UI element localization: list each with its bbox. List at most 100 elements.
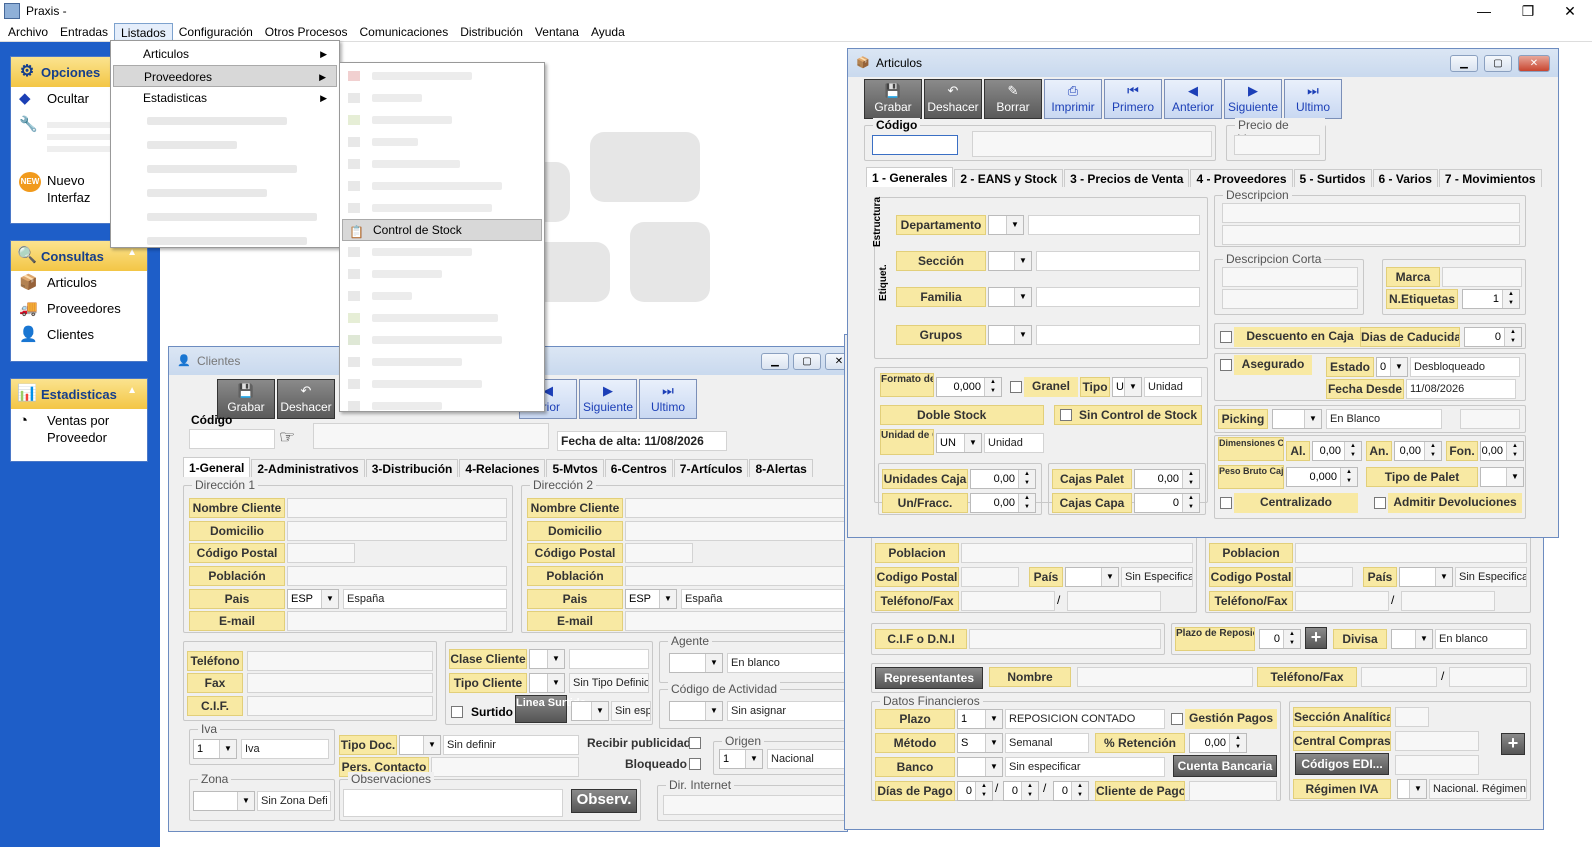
- sidebar-item-articulos[interactable]: 📦 Articulos: [11, 271, 147, 297]
- descripcion-input-2[interactable]: [1222, 225, 1520, 245]
- tab-proveedores[interactable]: 4 - Proveedores: [1190, 169, 1293, 187]
- ultimo-button[interactable]: ⏭ Ultimo: [1284, 79, 1342, 119]
- divisa-select[interactable]: [1391, 629, 1433, 649]
- tipo-doc-select[interactable]: [399, 735, 441, 755]
- blurred-menu-item[interactable]: [121, 181, 333, 205]
- central-compras-input[interactable]: [1395, 731, 1479, 751]
- menu-item-proveedores[interactable]: Proveedores ▶: [113, 65, 337, 87]
- minimize-icon[interactable]: ▁: [761, 353, 789, 370]
- menu-listados[interactable]: Listados: [114, 22, 173, 41]
- fecha-desde-field[interactable]: 11/08/2026: [1406, 379, 1516, 399]
- fax-input[interactable]: [1067, 591, 1161, 611]
- deshacer-button[interactable]: ↶ Deshacer: [277, 379, 335, 419]
- menu-comunicaciones[interactable]: Comunicaciones: [354, 23, 455, 41]
- tipo-cliente-select[interactable]: [529, 673, 565, 693]
- blurred-submenu-item[interactable]: [342, 131, 542, 153]
- tab-generales[interactable]: 1 - Generales: [866, 167, 954, 187]
- codigo-postal-input-2[interactable]: [625, 543, 693, 563]
- telefono-input-2[interactable]: [1295, 591, 1389, 611]
- cif-input[interactable]: [969, 629, 1161, 649]
- linea-surtido-select[interactable]: [571, 701, 609, 721]
- alto-spinner[interactable]: 0,00: [1312, 441, 1362, 461]
- blurred-submenu-item[interactable]: [342, 263, 542, 285]
- tab-estructura[interactable]: Estructura: [872, 197, 883, 247]
- cajas-palet-spinner[interactable]: 0,00: [1134, 469, 1200, 489]
- menu-distribucion[interactable]: Distribución: [454, 23, 529, 41]
- actividad-select[interactable]: [669, 701, 723, 721]
- blurred-menu-item[interactable]: [121, 133, 333, 157]
- tab-alertas[interactable]: 8-Alertas: [749, 459, 813, 477]
- grabar-button[interactable]: 💾 Grabar: [864, 79, 922, 119]
- dia-pago-2[interactable]: 0: [1003, 781, 1039, 801]
- menu-configuracion[interactable]: Configuración: [173, 23, 259, 41]
- cajas-capa-spinner[interactable]: 0: [1134, 493, 1200, 513]
- codigo-postal-input[interactable]: [961, 567, 1019, 587]
- anterior-button[interactable]: ◀ Anterior: [1164, 79, 1222, 119]
- centralizado-checkbox[interactable]: [1220, 497, 1232, 509]
- articulo-nombre-field[interactable]: [972, 131, 1212, 157]
- descripcion-corta-input-2[interactable]: [1222, 289, 1358, 309]
- email-input[interactable]: [287, 611, 507, 631]
- email-input-2[interactable]: [625, 611, 845, 631]
- nombre-cliente-input-2[interactable]: [625, 498, 845, 518]
- close-icon[interactable]: ✕: [1518, 55, 1550, 72]
- tipo-palet-select[interactable]: [1480, 467, 1524, 487]
- fax-input-2[interactable]: [1401, 591, 1495, 611]
- siguiente-button[interactable]: ▶ Siguiente: [1224, 79, 1282, 119]
- blurred-submenu-item[interactable]: [342, 109, 542, 131]
- clase-cliente-select[interactable]: [529, 649, 565, 669]
- pais-select[interactable]: [1065, 567, 1119, 587]
- minimize-icon[interactable]: ▁: [1450, 55, 1478, 72]
- sidebar-item-clientes[interactable]: 👤 Clientes: [11, 323, 147, 349]
- observaciones-input[interactable]: [343, 789, 563, 817]
- formato-venta-spinner[interactable]: 0,000: [936, 377, 1002, 397]
- siguiente-button[interactable]: ▶ Siguiente: [579, 379, 637, 419]
- tab-mvtos[interactable]: 5-Mvtos: [546, 459, 604, 477]
- blurred-submenu-item[interactable]: [342, 285, 542, 307]
- blurred-menu-item[interactable]: [121, 205, 333, 229]
- pais-code-select[interactable]: ESP: [287, 589, 339, 609]
- maximize-icon[interactable]: ▢: [793, 353, 821, 370]
- menu-ayuda[interactable]: Ayuda: [585, 23, 631, 41]
- pais-code-select-2[interactable]: ESP: [625, 589, 677, 609]
- cif-input[interactable]: [247, 696, 433, 716]
- surtido-checkbox[interactable]: [451, 706, 463, 718]
- gestion-pagos-checkbox[interactable]: [1171, 713, 1183, 725]
- seccion-select[interactable]: [988, 251, 1032, 271]
- blurred-submenu-item[interactable]: [342, 87, 542, 109]
- blurred-submenu-item[interactable]: [342, 197, 542, 219]
- pointing-hand-icon[interactable]: ☞: [279, 427, 295, 448]
- sidebar-item-ventas-proveedor[interactable]: ◔ Ventas por Proveedor: [11, 409, 147, 449]
- descripcion-corta-input[interactable]: [1222, 267, 1358, 287]
- pais-select-2[interactable]: [1399, 567, 1453, 587]
- blurred-submenu-item[interactable]: [342, 65, 542, 87]
- tab-varios[interactable]: 6 - Varios: [1372, 169, 1438, 187]
- dir-internet-input[interactable]: [663, 795, 845, 815]
- seccion-analitica-input[interactable]: [1395, 707, 1429, 727]
- plazo-select[interactable]: 1: [957, 709, 1003, 729]
- un-fracc-spinner[interactable]: 0,00: [970, 493, 1036, 513]
- imprimir-button[interactable]: ⎙ Imprimir: [1044, 79, 1102, 119]
- metodo-select[interactable]: S: [957, 733, 1003, 753]
- fax-input[interactable]: [247, 673, 433, 693]
- dia-pago-1[interactable]: 0: [957, 781, 993, 801]
- tab-centros[interactable]: 6-Centros: [604, 459, 673, 477]
- origen-select[interactable]: 1: [719, 749, 763, 769]
- poblacion-input[interactable]: [287, 566, 507, 586]
- descuento-caja-checkbox[interactable]: [1220, 331, 1232, 343]
- blurred-menu-item[interactable]: [121, 229, 333, 253]
- dia-pago-3[interactable]: 0: [1053, 781, 1089, 801]
- blurred-submenu-item[interactable]: [342, 351, 542, 373]
- cuenta-bancaria-button[interactable]: Cuenta Bancaria: [1173, 755, 1277, 777]
- agente-select[interactable]: [669, 653, 723, 673]
- tab-administrativos[interactable]: 2-Administrativos: [251, 459, 365, 477]
- ancho-spinner[interactable]: 0,00: [1394, 441, 1442, 461]
- tab-eans-stock[interactable]: 2 - EANS y Stock: [954, 169, 1064, 187]
- estado-select[interactable]: 0: [1376, 357, 1408, 377]
- menu-item-estadisticas[interactable]: Estadisticas ▶: [113, 87, 337, 109]
- blurred-menu-item[interactable]: [121, 157, 333, 181]
- sidebar-item-proveedores[interactable]: 🚚 Proveedores: [11, 297, 147, 323]
- poblacion-input-2[interactable]: [625, 566, 845, 586]
- blurred-submenu-item[interactable]: [342, 373, 542, 395]
- menu-item-control-stock[interactable]: 📋 Control de Stock: [342, 219, 542, 241]
